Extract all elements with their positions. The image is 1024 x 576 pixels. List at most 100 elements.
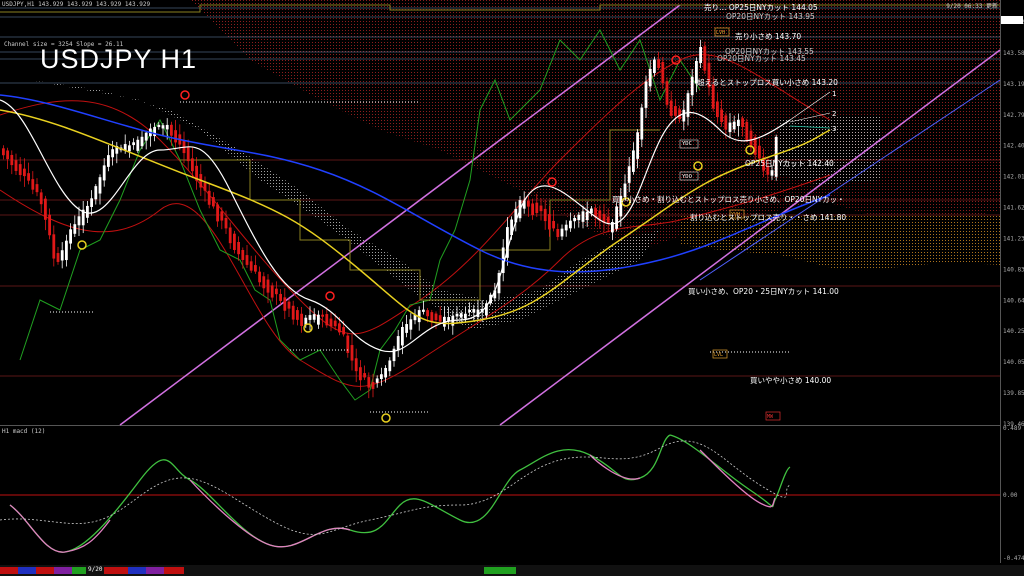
candle-body	[741, 118, 744, 127]
candle-body	[560, 228, 564, 237]
candle-body	[657, 59, 660, 69]
candle-body	[254, 265, 257, 272]
candle-body	[342, 327, 345, 335]
lvh-label: LVH	[716, 30, 725, 36]
candle-body	[296, 310, 299, 320]
level-label: 超えるとストップロス買い小さめ 143.20	[697, 78, 838, 87]
candle-body	[438, 315, 442, 322]
candle-body	[636, 132, 639, 159]
timeframe-date-label: 9/20	[88, 566, 103, 573]
candle-body	[737, 119, 740, 127]
timeframe-segment[interactable]	[72, 567, 86, 574]
candle-body	[354, 358, 358, 372]
candle-body	[732, 121, 736, 130]
macd-axis-label: 0.489	[1003, 425, 1021, 432]
candle-body	[107, 155, 110, 167]
candle-body	[644, 81, 648, 108]
candle-body	[52, 234, 56, 259]
timeframe-segment[interactable]	[146, 567, 164, 574]
level-label: OP25日NYカット 142.40	[745, 159, 834, 168]
candle-body	[237, 241, 240, 255]
timeframe-segment[interactable]	[164, 567, 184, 574]
candle-body	[405, 324, 408, 333]
timeframe-segment[interactable]	[484, 567, 516, 574]
candle-body	[39, 192, 43, 205]
timeframe-bar[interactable]: 9/20	[0, 565, 1024, 576]
candle-body	[44, 198, 47, 220]
ydc-label: YDC	[682, 141, 692, 147]
candle-body	[90, 198, 93, 207]
current-price-badge	[1001, 16, 1023, 24]
price-chart[interactable]: LVH LVL YVH MW YDC YDO 1 2 3 売り… OP25日NY…	[0, 0, 1024, 576]
price-axis-label: 142.795	[1003, 112, 1024, 119]
candle-body	[770, 170, 774, 176]
candle-body	[2, 148, 5, 156]
candle-body	[375, 378, 379, 383]
candle-body	[338, 323, 341, 333]
candle-body	[262, 276, 266, 289]
price-axis-label: 141.620	[1003, 205, 1024, 212]
candle-body	[371, 381, 375, 389]
candle-body	[556, 229, 560, 237]
candle-body	[220, 211, 224, 221]
candle-body	[329, 318, 333, 327]
timeframe-segment[interactable]	[104, 567, 128, 574]
candle-body	[627, 166, 631, 183]
channel-label-3: 3	[832, 125, 836, 133]
symbol-header: USDJPY,H1 143.929 143.929 143.929 143.92…	[2, 1, 151, 8]
candle-body	[279, 293, 282, 301]
candle-body	[27, 173, 30, 181]
candle-body	[615, 206, 618, 229]
candle-body	[539, 205, 543, 212]
candle-body	[321, 314, 324, 317]
timeframe-segment[interactable]	[36, 567, 54, 574]
macd-indicator-label: H1 macd (12)	[2, 428, 46, 435]
candle-body	[157, 124, 161, 128]
candle-body	[73, 224, 77, 234]
candle-body	[249, 261, 253, 271]
candle-body	[573, 217, 576, 222]
candle-body	[6, 150, 9, 160]
candle-body	[577, 214, 581, 221]
timeframe-segment[interactable]	[54, 567, 72, 574]
timeframe-segment[interactable]	[18, 567, 36, 574]
price-axis-label: 143.580	[1003, 50, 1024, 57]
candle-body	[98, 177, 102, 194]
candle-body	[434, 313, 438, 321]
level-label: 割り込むとストップロス売り・・さめ 141.80	[690, 212, 846, 222]
level-label: 買い小さめ、OP20・25日NYカット 141.00	[688, 287, 839, 296]
candle-body	[581, 211, 585, 222]
candle-body	[35, 184, 39, 193]
candle-body	[224, 217, 228, 229]
price-axis: 143.929143.580143.190142.795142.405142.0…	[1003, 19, 1024, 428]
candle-body	[56, 253, 60, 262]
candle-body	[102, 165, 106, 181]
macd-axis: 0.489 0.00 -0.474	[1003, 425, 1024, 562]
candle-body	[60, 250, 64, 261]
candle-body	[745, 121, 749, 141]
lvl-label: LVL	[714, 352, 723, 358]
candle-body	[266, 279, 270, 293]
candle-body	[283, 297, 287, 311]
timeframe-segment[interactable]	[0, 567, 18, 574]
update-datetime: 9/20 06:33 更新	[946, 3, 998, 10]
candle-body	[430, 312, 434, 322]
ichimoku-cloud-right	[780, 115, 880, 185]
candle-body	[233, 233, 236, 250]
candle-body	[749, 130, 753, 148]
ydo-label: YDO	[682, 174, 692, 180]
price-axis-label: 140.640	[1003, 297, 1024, 304]
candle-body	[699, 46, 702, 63]
candle-body	[653, 59, 656, 74]
level-label: OP20日NYカット 143.45	[717, 54, 806, 63]
candle-body	[674, 106, 677, 116]
candle-body	[359, 367, 362, 381]
candle-body	[468, 310, 471, 313]
candle-body	[669, 100, 673, 116]
candle-body	[186, 147, 190, 162]
candle-body	[31, 179, 35, 190]
candle-body	[317, 314, 320, 325]
candle-body	[308, 315, 312, 320]
timeframe-segment[interactable]	[128, 567, 146, 574]
candle-body	[18, 164, 22, 176]
